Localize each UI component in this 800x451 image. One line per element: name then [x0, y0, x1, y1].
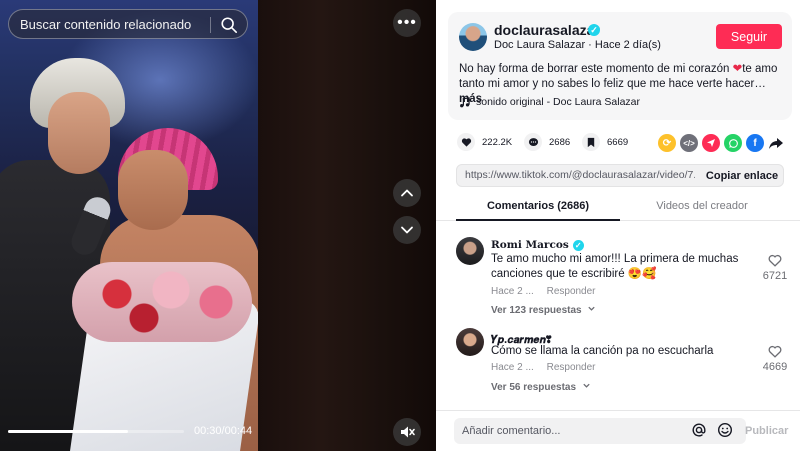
- commenter-avatar[interactable]: [456, 328, 484, 356]
- video-player[interactable]: Buscar contenido relacionado ••• 00:30/0…: [0, 0, 436, 451]
- comment-button[interactable]: 2686: [524, 133, 570, 151]
- comment-time: Hace 2 ...: [491, 286, 534, 297]
- commenter-avatar[interactable]: [456, 237, 484, 265]
- comment-text: Cómo se llama la canción pa no escucharl…: [491, 345, 714, 357]
- copy-link-button[interactable]: Copiar enlace: [700, 164, 784, 187]
- comment-like-button[interactable]: 6721: [755, 254, 795, 282]
- comment-time: Hace 2 ...: [491, 362, 534, 373]
- search-input[interactable]: Buscar contenido relacionado: [20, 17, 191, 32]
- like-button[interactable]: 222.2K: [457, 133, 512, 151]
- bookmark-icon: [582, 133, 600, 151]
- mute-button[interactable]: [393, 418, 421, 446]
- music-note-icon: [460, 96, 470, 107]
- follow-button[interactable]: Seguir: [716, 24, 782, 49]
- heart-icon: [457, 133, 475, 151]
- video-progress-bar[interactable]: [8, 430, 184, 433]
- previous-video-button[interactable]: [393, 179, 421, 207]
- comment-like-count: 6721: [762, 270, 788, 282]
- verified-badge-icon: ✓: [588, 24, 600, 36]
- comment-text: Te amo mucho mi amor!!! La primera de mu…: [491, 253, 739, 280]
- video-frame[interactable]: [0, 0, 258, 451]
- share-arrow-icon[interactable]: [768, 135, 784, 156]
- emoji-icon[interactable]: [717, 422, 733, 443]
- more-dots-icon: •••: [397, 14, 417, 31]
- chevron-down-icon: [401, 226, 413, 234]
- whatsapp-icon[interactable]: [724, 134, 742, 152]
- video-progress-fill: [8, 430, 128, 433]
- author-username[interactable]: doclaurasalazar: [494, 22, 600, 38]
- author-avatar[interactable]: [459, 23, 487, 51]
- heart-emoji: ❤: [732, 63, 743, 75]
- comment-like-count: 4669: [762, 361, 788, 373]
- chevron-down-icon: [588, 306, 596, 311]
- chevron-up-icon: [401, 189, 413, 197]
- commenter-name[interactable]: Romi Marcos: [491, 239, 569, 251]
- chevron-down-icon: [583, 383, 590, 388]
- verified-badge-icon: ✓: [572, 239, 584, 251]
- comment-meta: Hace 2 ... Responder: [491, 362, 596, 373]
- mention-icon[interactable]: [691, 422, 707, 443]
- tab-comments[interactable]: Comentarios (2686): [456, 200, 620, 212]
- publish-button[interactable]: Publicar: [745, 425, 788, 437]
- next-video-button[interactable]: [393, 216, 421, 244]
- like-count: 222.2K: [482, 136, 513, 148]
- speaker-muted-icon: [401, 426, 415, 438]
- video-time: 00:30/00:44: [194, 425, 253, 437]
- save-button[interactable]: 6669: [582, 133, 628, 151]
- repost-icon[interactable]: ⟳: [658, 134, 676, 152]
- search-icon[interactable]: [220, 16, 238, 34]
- facebook-icon[interactable]: f: [746, 134, 764, 152]
- more-options-button[interactable]: •••: [393, 9, 421, 37]
- share-link-url[interactable]: https://www.tiktok.com/@doclaurasalazar/…: [465, 169, 695, 181]
- reply-button[interactable]: Responder: [547, 286, 596, 297]
- heart-outline-icon: [768, 254, 782, 267]
- embed-icon[interactable]: </>: [680, 134, 698, 152]
- comment-count: 2686: [549, 136, 571, 148]
- author-meta: Doc Laura Salazar · Hace 2 día(s): [494, 39, 661, 51]
- reply-button[interactable]: Responder: [547, 362, 596, 373]
- send-to-friends-icon[interactable]: [702, 134, 720, 152]
- comment-meta: Hace 2 ... Responder: [491, 286, 596, 297]
- music-link[interactable]: sonido original - Doc Laura Salazar: [459, 96, 640, 108]
- tab-creator-videos[interactable]: Videos del creador: [620, 200, 784, 212]
- heart-outline-icon: [768, 345, 782, 358]
- music-title: sonido original - Doc Laura Salazar: [476, 96, 641, 108]
- view-replies-button[interactable]: Ver 56 respuestas: [491, 381, 591, 393]
- search-bar[interactable]: Buscar contenido relacionado: [8, 9, 248, 39]
- commenter-name-row: Romi Marcos ✓: [491, 239, 584, 251]
- active-tab-indicator: [456, 219, 620, 221]
- comment-input-placeholder: Añadir comentario...: [462, 425, 561, 437]
- comment-like-button[interactable]: 4669: [755, 345, 795, 373]
- save-count: 6669: [607, 136, 629, 148]
- comment-icon: [524, 133, 542, 151]
- view-replies-button[interactable]: Ver 123 respuestas: [491, 304, 596, 316]
